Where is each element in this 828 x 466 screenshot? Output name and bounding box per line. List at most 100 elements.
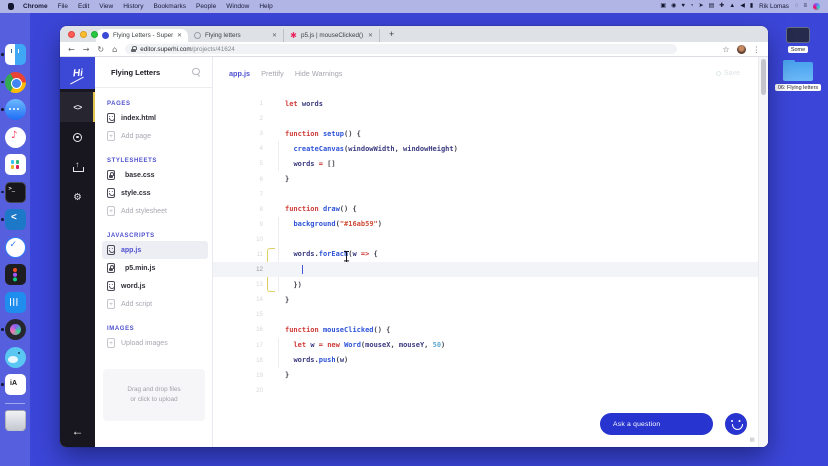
nav-preview-tab[interactable] (60, 122, 95, 152)
code-line-4[interactable]: 4 createCanvas(windowWidth, windowHeight… (213, 141, 768, 156)
nav-settings-tab[interactable]: ⚙ (60, 182, 95, 212)
desktop-folder-label[interactable]: 06: Flying letters (775, 84, 821, 91)
file-item-app.js[interactable]: app.js (102, 241, 208, 259)
back-icon[interactable]: ← (68, 45, 75, 54)
dock-finder-icon[interactable] (5, 44, 26, 65)
hide-warnings-button[interactable]: Hide Warnings (295, 69, 343, 78)
code-line-8[interactable]: 8function draw() { (213, 202, 768, 217)
superhi-logo[interactable]: Hi (60, 57, 95, 89)
code-line-6[interactable]: 6} (213, 171, 768, 186)
desktop-folder-icon[interactable] (783, 62, 813, 81)
file-item-word.js[interactable]: word.js (107, 277, 206, 295)
dock-terminal-icon[interactable] (5, 182, 26, 203)
code-line-16[interactable]: 16function mouseClicked() { (213, 322, 768, 337)
menu-history[interactable]: History (123, 3, 143, 10)
code-line-15[interactable]: 15 (213, 307, 768, 322)
dock-messages-icon[interactable] (5, 99, 26, 120)
add-stylesheet-button[interactable]: +Add stylesheet (107, 202, 206, 220)
file-item-base.css[interactable]: base.css (107, 166, 206, 184)
menu-chrome[interactable]: Chrome (23, 3, 48, 10)
code-line-10[interactable]: 10 (213, 232, 768, 247)
code-line-20[interactable]: 20 (213, 383, 768, 398)
upload-images-button[interactable]: +Upload images (107, 334, 206, 352)
code-line-1[interactable]: 1let words (213, 96, 768, 111)
back-to-dashboard-button[interactable]: ← (60, 424, 95, 438)
dock-capture-icon[interactable] (5, 319, 26, 340)
dock-slack-icon[interactable] (5, 154, 26, 175)
upload-dropzone[interactable]: Drag and drop filesor click to upload (103, 369, 205, 421)
cursor-icon[interactable]: ➤ (699, 0, 704, 13)
menu-file[interactable]: File (58, 3, 68, 10)
wifi-icon[interactable]: ▲ (729, 0, 735, 13)
browser-menu-icon[interactable]: ⋮ (753, 45, 761, 54)
editor-scrollbar[interactable] (758, 57, 768, 447)
bookmark-star-icon[interactable]: ☆ (722, 45, 729, 54)
logged-in-user[interactable]: Rik Lomas (759, 3, 789, 10)
code-line-14[interactable]: 14} (213, 292, 768, 307)
menu-view[interactable]: View (99, 3, 113, 10)
browser-tab-1[interactable]: Flying Letters - SuperHi✕ (96, 29, 188, 42)
apple-menu-icon[interactable] (8, 3, 14, 10)
heart-icon[interactable]: ♥ (681, 0, 685, 13)
bluetooth-icon[interactable]: ✚ (719, 0, 724, 13)
tab-close-icon[interactable]: ✕ (272, 32, 277, 39)
menu-bookmarks[interactable]: Bookmarks (153, 3, 186, 10)
minimize-window-button[interactable] (80, 31, 87, 38)
browser-tab-3[interactable]: ✱p5.js | mouseClicked()✕ (284, 29, 380, 42)
tab-close-icon[interactable]: ✕ (177, 32, 182, 39)
dock-trash-icon[interactable] (5, 410, 26, 431)
code-line-13[interactable]: 13 }) (213, 277, 768, 292)
code-line-2[interactable]: 2 (213, 111, 768, 126)
code-area[interactable]: 1let words23function setup() {4 createCa… (213, 90, 768, 398)
dock-mail-icon[interactable] (5, 237, 26, 258)
forward-icon[interactable]: → (83, 45, 90, 54)
reload-icon[interactable]: ↻ (97, 45, 104, 54)
ask-question-button[interactable]: Ask a question (600, 413, 713, 435)
desktop-file-icon[interactable] (786, 27, 810, 43)
menu-window[interactable]: Window (226, 3, 249, 10)
dock-chrome-icon[interactable] (5, 72, 26, 93)
spotlight-search-icon[interactable]: ◌ (795, 0, 799, 13)
browser-tab-2[interactable]: Flying letters✕ (188, 29, 284, 42)
nav-code-tab[interactable]: <> (60, 92, 95, 122)
prettify-button[interactable]: Prettify (261, 69, 284, 78)
dock-figma-icon[interactable] (5, 264, 26, 285)
code-line-17[interactable]: 17 let w = new Word(mouseX, mouseY, 50) (213, 338, 768, 353)
nav-publish-tab[interactable] (60, 152, 95, 182)
profile-avatar[interactable] (737, 45, 746, 54)
dock-intercom-icon[interactable] (5, 292, 26, 313)
code-line-12[interactable]: 12 (213, 262, 768, 277)
file-item-p5.min.js[interactable]: p5.min.js (107, 259, 206, 277)
home-icon[interactable]: ⌂ (112, 45, 117, 54)
volume-icon[interactable]: ◀ (740, 0, 745, 13)
menu-edit[interactable]: Edit (78, 3, 89, 10)
tab-close-icon[interactable]: ✕ (368, 32, 373, 39)
code-line-7[interactable]: 7 (213, 187, 768, 202)
menu-help[interactable]: Help (259, 3, 272, 10)
code-line-3[interactable]: 3function setup() { (213, 126, 768, 141)
code-line-19[interactable]: 19} (213, 368, 768, 383)
close-window-button[interactable] (68, 31, 75, 38)
notification-list-icon[interactable]: ≡ (803, 0, 807, 13)
shield-icon[interactable]: ◉ (671, 0, 676, 13)
add-script-button[interactable]: +Add script (107, 295, 206, 313)
battery-icon[interactable]: ▮ (750, 0, 753, 13)
code-line-5[interactable]: 5 words = [] (213, 156, 768, 171)
dock-iawriter-icon[interactable] (5, 374, 26, 395)
screen-mirroring-icon[interactable]: ▣ (660, 0, 666, 13)
dock-vscode-icon[interactable] (5, 209, 26, 230)
scrollbar-thumb[interactable] (761, 59, 766, 95)
menu-people[interactable]: People (196, 3, 216, 10)
search-icon[interactable] (192, 68, 201, 77)
code-line-11[interactable]: 11 words.forEach(w => { (213, 247, 768, 262)
code-line-18[interactable]: 18 words.push(w) (213, 353, 768, 368)
dock-bird-icon[interactable] (5, 347, 26, 368)
zoom-window-button[interactable] (91, 31, 98, 38)
clock-icon[interactable]: ◔ (690, 0, 694, 13)
desktop-file-label[interactable]: Some (788, 46, 808, 53)
file-item-style.css[interactable]: style.css (107, 184, 206, 202)
address-bar[interactable]: editor.superhi.com/projects/41624 (125, 44, 677, 55)
add-page-button[interactable]: +Add page (107, 127, 206, 145)
display-icon[interactable]: ▤ (709, 0, 715, 13)
feedback-smiley-button[interactable] (725, 413, 747, 435)
